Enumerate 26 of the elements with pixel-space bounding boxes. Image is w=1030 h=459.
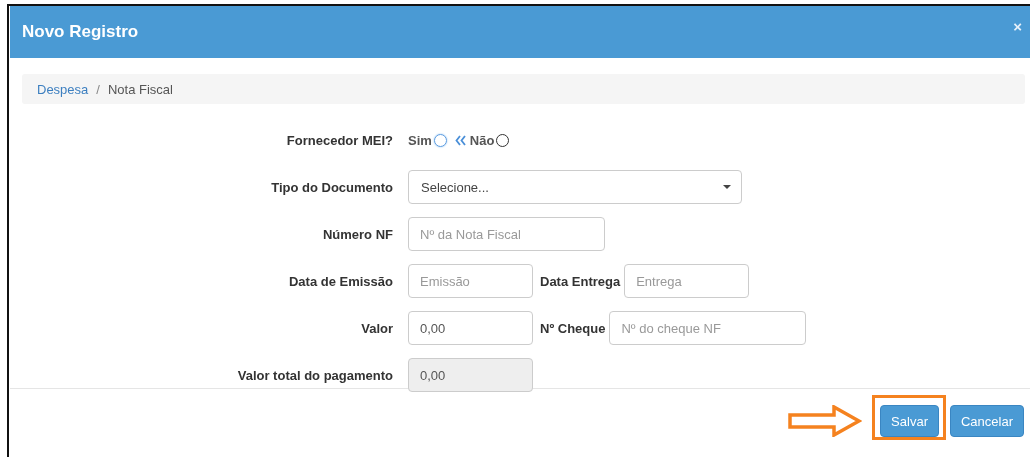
- input-field[interactable]: Emissão: [408, 264, 533, 298]
- double-chevron-icon: [454, 134, 466, 146]
- input-field[interactable]: Nº da Nota Fiscal: [408, 217, 605, 251]
- breadcrumb-link[interactable]: Despesa: [37, 81, 89, 97]
- dialog-button[interactable]: Cancelar: [949, 405, 1024, 437]
- breadcrumb-separator: /: [96, 81, 100, 97]
- field-label: Data Entrega: [540, 273, 621, 289]
- field-label: Fornecedor MEI?: [285, 132, 394, 148]
- caret-icon: [723, 185, 731, 189]
- dialog-button[interactable]: Salvar: [880, 405, 939, 437]
- input-field[interactable]: Entrega: [624, 264, 750, 298]
- radio-label: Não: [469, 132, 495, 148]
- input-field[interactable]: 0,00: [408, 311, 533, 345]
- field-label: Valor: [360, 320, 394, 336]
- field-label: Número NF: [321, 226, 394, 242]
- field-label: Data de Emissão: [287, 273, 394, 289]
- breadcrumb-current: Nota Fiscal: [107, 81, 173, 97]
- radio-label: Sim: [408, 132, 432, 148]
- dialog-title: Novo Registro: [22, 22, 139, 42]
- close-button[interactable]: ×: [1013, 18, 1022, 35]
- input-field[interactable]: Nº do cheque NF: [609, 311, 807, 345]
- field-label: Nº Cheque: [540, 320, 606, 336]
- field-label: Tipo do Documento: [270, 179, 394, 195]
- document-type-dropdown[interactable]: Selecione...: [408, 170, 742, 204]
- field-label: Valor total do pagamento: [236, 367, 394, 383]
- dropdown-value: Selecione...: [421, 179, 489, 195]
